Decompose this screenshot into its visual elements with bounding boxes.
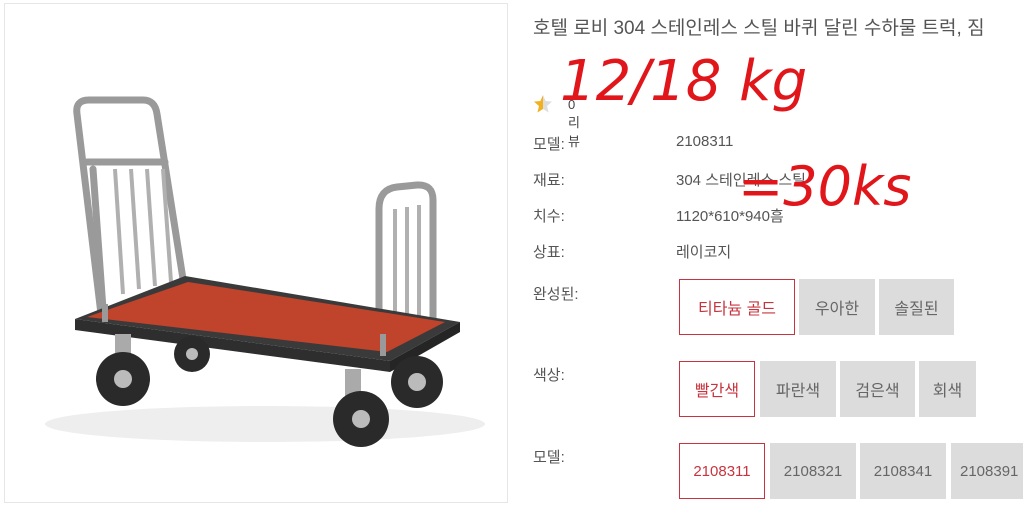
product-image[interactable] xyxy=(4,3,508,503)
model-option-2108341[interactable]: 2108341 xyxy=(860,443,946,499)
color-option-red[interactable]: 빨간색 xyxy=(679,361,755,417)
spec-value-dimensions: 1120*610*940흠 xyxy=(676,208,784,225)
model-option-2108321[interactable]: 2108321 xyxy=(770,443,856,499)
product-title: 호텔 로비 304 스테인레스 스틸 바퀴 달린 수하물 트럭, 짐 xyxy=(533,18,985,39)
color-option-gray[interactable]: 회색 xyxy=(919,361,976,417)
model-option-2108311[interactable]: 2108311 xyxy=(679,443,765,499)
spec-label-dimensions: 치수: xyxy=(533,208,565,225)
model-label: 모델: xyxy=(533,449,565,466)
luggage-cart-illustration xyxy=(45,96,485,447)
spec-label-brand: 상표: xyxy=(533,244,565,261)
star-icon xyxy=(534,95,552,113)
spec-value-model: 2108311 xyxy=(676,133,734,150)
spec-value-material: 304 스테인레스 스틸 xyxy=(676,172,806,189)
model-option-2108391[interactable]: 2108391 xyxy=(951,443,1023,499)
finish-option-titanium-gold[interactable]: 티타늄 골드 xyxy=(679,279,795,335)
color-label: 색상: xyxy=(533,367,565,384)
product-info: 호텔 로비 304 스테인레스 스틸 바퀴 달린 수하물 트럭, 짐 0 리뷰 … xyxy=(533,0,1023,506)
spec-label-model: 모델: xyxy=(533,136,565,153)
finish-label: 완성된: xyxy=(533,286,579,303)
finish-option-elegant[interactable]: 우아한 xyxy=(799,279,875,335)
color-option-blue[interactable]: 파란색 xyxy=(760,361,836,417)
spec-label-material: 재료: xyxy=(533,172,565,189)
spec-value-brand: 레이코지 xyxy=(676,244,732,261)
color-option-black[interactable]: 검은색 xyxy=(840,361,915,417)
finish-option-brushed[interactable]: 솔질된 xyxy=(879,279,954,335)
review-count[interactable]: 0 리뷰 xyxy=(568,97,580,150)
